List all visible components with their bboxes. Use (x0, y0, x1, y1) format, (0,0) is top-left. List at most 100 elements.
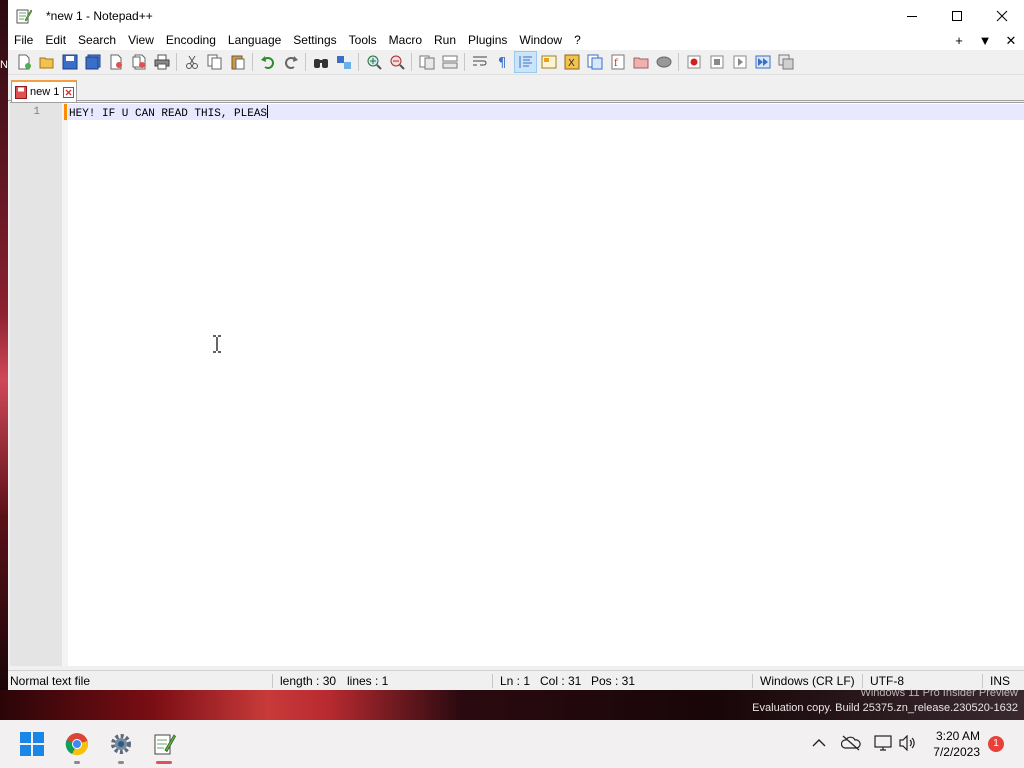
network-tray[interactable] (872, 732, 894, 754)
status-line: Ln : 1 (500, 674, 531, 688)
document-list-button[interactable] (583, 51, 606, 73)
word-wrap-button[interactable] (468, 51, 491, 73)
replace-button[interactable] (332, 51, 355, 73)
sync-horizontal-button[interactable] (438, 51, 461, 73)
menu-encoding[interactable]: Encoding (160, 31, 222, 50)
minimize-button[interactable] (889, 0, 934, 31)
undo-button[interactable] (256, 51, 279, 73)
macro-run-multiple-button[interactable] (751, 51, 774, 73)
menu-window[interactable]: Window (513, 31, 568, 50)
show-hidden-icons-button[interactable] (808, 732, 830, 754)
sync-vertical-button[interactable] (415, 51, 438, 73)
system-clock[interactable]: 3:20 AM 7/2/2023 (933, 728, 980, 760)
volume-tray[interactable] (897, 732, 919, 754)
find-button[interactable] (309, 51, 332, 73)
save-all-button[interactable] (81, 51, 104, 73)
menu-settings[interactable]: Settings (287, 31, 342, 50)
menu-search[interactable]: Search (72, 31, 122, 50)
zoom-in-button[interactable] (362, 51, 385, 73)
maximize-button[interactable] (934, 0, 979, 31)
network-icon (874, 735, 892, 751)
menu-bar: File Edit Search View Encoding Language … (8, 31, 1024, 50)
new-file-button[interactable] (12, 51, 35, 73)
zoom-in-icon (367, 55, 382, 70)
notepadpp-window: *new 1 - Notepad++ File Edit Search View… (8, 0, 1024, 690)
menu-plugins[interactable]: Plugins (462, 31, 513, 50)
start-button[interactable] (16, 728, 48, 760)
ibeam-cursor-icon (213, 335, 221, 353)
folder-workspace-icon (633, 57, 648, 69)
clock-time: 3:20 AM (935, 729, 980, 743)
new-tab-button[interactable]: + (946, 31, 972, 50)
show-all-chars-button[interactable]: ¶ (491, 51, 514, 73)
cut-icon (185, 55, 198, 69)
notification-badge[interactable]: 1 (988, 736, 1004, 752)
open-file-button[interactable] (35, 51, 58, 73)
status-divider (492, 674, 493, 688)
monitoring-button[interactable] (652, 51, 675, 73)
function-list-button[interactable]: f (606, 51, 629, 73)
tab-list-button[interactable]: ▼ (972, 31, 998, 50)
status-length: length : 30 (280, 674, 337, 688)
menu-view[interactable]: View (122, 31, 160, 50)
editor-line[interactable]: HEY! IF U CAN READ THIS, PLEAS (69, 105, 269, 120)
onedrive-tray[interactable] (840, 732, 862, 754)
print-button[interactable] (150, 51, 173, 73)
save-icon (62, 54, 77, 70)
indent-guide-button[interactable] (514, 51, 537, 73)
new-file-icon (18, 54, 31, 70)
tab-close-icon[interactable] (63, 86, 75, 98)
window-controls (889, 0, 1024, 31)
folder-as-workspace-button[interactable] (629, 51, 652, 73)
macro-stop-button[interactable] (705, 51, 728, 73)
close-document-button[interactable]: ✕ (998, 31, 1024, 50)
menu-macro[interactable]: Macro (383, 31, 428, 50)
close-file-icon (110, 54, 122, 70)
binoculars-icon (313, 59, 328, 68)
save-button[interactable] (58, 51, 81, 73)
editor-area[interactable]: 1 HEY! IF U CAN READ THIS, PLEAS (10, 102, 1024, 666)
line-number: 1 (33, 106, 40, 118)
taskbar-settings[interactable] (105, 728, 137, 764)
menu-edit[interactable]: Edit (39, 31, 72, 50)
copy-button[interactable] (203, 51, 226, 73)
close-icon (996, 10, 1007, 21)
taskbar-notepadpp[interactable] (148, 728, 180, 764)
toolbar: ¶ X f (8, 50, 1024, 75)
notepadpp-app-icon (16, 8, 32, 24)
svg-text:X: X (568, 58, 575, 69)
menu-help[interactable]: ? (568, 31, 587, 50)
close-all-button[interactable] (127, 51, 150, 73)
menu-run[interactable]: Run (428, 31, 462, 50)
toolbar-separator (252, 53, 253, 71)
zoom-out-button[interactable] (385, 51, 408, 73)
macro-record-button[interactable] (682, 51, 705, 73)
cut-button[interactable] (180, 51, 203, 73)
cloud-offline-icon (841, 735, 861, 751)
taskbar: 3:20 AM 7/2/2023 1 (0, 720, 1024, 768)
menu-file[interactable]: File (8, 31, 39, 50)
toolbar-separator (176, 53, 177, 71)
macro-play-button[interactable] (728, 51, 751, 73)
close-button[interactable] (979, 0, 1024, 31)
status-eol[interactable]: Windows (CR LF) (760, 671, 855, 690)
notepadpp-active-indicator (156, 761, 172, 764)
chrome-icon (65, 733, 88, 756)
tab-new-1[interactable]: new 1 (11, 80, 77, 102)
macro-save-button[interactable] (774, 51, 797, 73)
fold-margin (62, 103, 68, 666)
user-defined-language-button[interactable] (537, 51, 560, 73)
status-divider (752, 674, 753, 688)
save-all-icon (85, 54, 100, 70)
document-map-button[interactable]: X (560, 51, 583, 73)
menu-tools[interactable]: Tools (343, 31, 383, 50)
line-number-gutter: 1 (10, 103, 62, 666)
record-icon (687, 55, 700, 69)
redo-button[interactable] (279, 51, 302, 73)
close-file-button[interactable] (104, 51, 127, 73)
menu-language[interactable]: Language (222, 31, 287, 50)
paste-button[interactable] (226, 51, 249, 73)
taskbar-chrome[interactable] (61, 728, 93, 764)
maximize-icon (951, 10, 962, 21)
tab-bar: new 1 (8, 75, 1024, 102)
